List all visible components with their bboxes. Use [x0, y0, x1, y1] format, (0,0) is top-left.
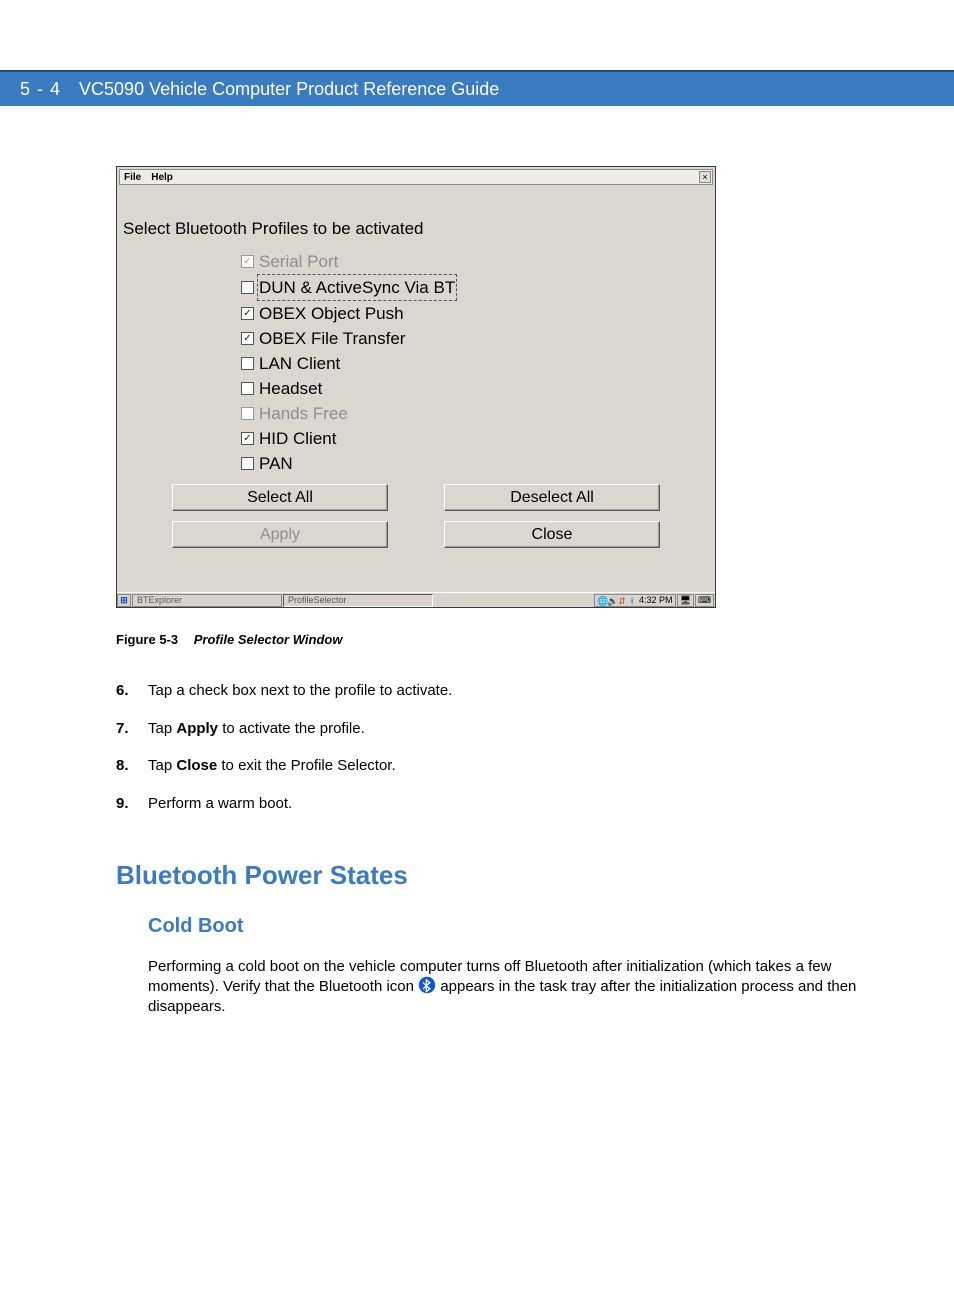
profile-obex-file[interactable]: ✓ OBEX File Transfer: [241, 326, 709, 351]
checkbox-icon[interactable]: [241, 281, 254, 294]
profile-label: OBEX Object Push: [259, 301, 404, 326]
apply-button[interactable]: Apply: [172, 521, 388, 548]
profile-hands-free[interactable]: Hands Free: [241, 401, 709, 426]
checkbox-icon[interactable]: [241, 407, 254, 420]
profile-label: Serial Port: [259, 249, 338, 274]
profile-hid-client[interactable]: ✓ HID Client: [241, 426, 709, 451]
tray-bluetooth-icon: ᚼ: [627, 596, 637, 606]
profile-selector-window: File Help × Select Bluetooth Profiles to…: [116, 166, 716, 608]
figure-caption-text: Profile Selector Window: [194, 632, 343, 647]
profile-label: DUN & ActiveSync Via BT: [257, 274, 457, 301]
profile-label: LAN Client: [259, 351, 340, 376]
step-7: 7. Tap Apply to activate the profile.: [116, 719, 866, 739]
section-heading-power-states: Bluetooth Power States: [116, 859, 866, 893]
start-icon[interactable]: ⊞: [117, 594, 131, 607]
step-text: Tap Apply to activate the profile.: [148, 719, 365, 739]
select-all-button[interactable]: Select All: [172, 484, 388, 511]
deselect-all-button[interactable]: Deselect All: [444, 484, 660, 511]
profile-dun-activesync[interactable]: DUN & ActiveSync Via BT: [241, 274, 709, 301]
profile-serial-port[interactable]: ✓ Serial Port: [241, 249, 709, 274]
page-header: 5 - 4 VC5090 Vehicle Computer Product Re…: [0, 70, 954, 106]
taskbar: ⊞ BTExplorer ProfileSelector 🌐 🔊 ⇵ ᚼ 4:3…: [117, 592, 715, 607]
checkbox-icon[interactable]: ✓: [241, 332, 254, 345]
tray-net-icon: ⇵: [617, 596, 627, 606]
menubar: File Help ×: [119, 169, 713, 185]
tray-clock: 4:32 PM: [639, 595, 673, 606]
page-title: VC5090 Vehicle Computer Product Referenc…: [79, 79, 499, 100]
step-text: Tap a check box next to the profile to a…: [148, 681, 452, 701]
close-bold: Close: [176, 757, 217, 774]
tray-sound-icon: 🔊: [607, 596, 617, 606]
profile-list: ✓ Serial Port DUN & ActiveSync Via BT ✓ …: [241, 249, 709, 476]
close-button[interactable]: Close: [444, 521, 660, 548]
profile-lan-client[interactable]: LAN Client: [241, 351, 709, 376]
profile-headset[interactable]: Headset: [241, 376, 709, 401]
section-heading-cold-boot: Cold Boot: [148, 913, 866, 939]
body-text: 6. Tap a check box next to the profile t…: [116, 681, 866, 1016]
tray-desktop-icon[interactable]: 🖥: [677, 594, 694, 607]
close-icon[interactable]: ×: [699, 171, 711, 183]
step-number: 9.: [116, 794, 148, 814]
profile-label: PAN: [259, 451, 293, 476]
profile-label: HID Client: [259, 426, 336, 451]
system-tray: 🌐 🔊 ⇵ ᚼ 4:32 PM 🖥 ⌨: [593, 594, 714, 607]
checkbox-icon[interactable]: ✓: [241, 255, 254, 268]
checkbox-icon[interactable]: [241, 382, 254, 395]
tray-keyboard-icon[interactable]: ⌨: [695, 594, 714, 607]
step-text: Tap Close to exit the Profile Selector.: [148, 756, 396, 776]
step-number: 8.: [116, 756, 148, 776]
step-text: Perform a warm boot.: [148, 794, 292, 814]
tray-icons[interactable]: 🌐 🔊 ⇵ ᚼ 4:32 PM: [594, 594, 676, 607]
taskbar-item-profileselector[interactable]: ProfileSelector: [283, 594, 433, 607]
profile-label: Headset: [259, 376, 322, 401]
checkbox-icon[interactable]: ✓: [241, 307, 254, 320]
step-6: 6. Tap a check box next to the profile t…: [116, 681, 866, 701]
taskbar-item-btexplorer[interactable]: BTExplorer: [132, 594, 282, 607]
paragraph: Performing a cold boot on the vehicle co…: [148, 957, 888, 1017]
page-number: 5 - 4: [20, 79, 61, 100]
apply-bold: Apply: [176, 720, 218, 737]
figure-label: Figure 5-3: [116, 632, 178, 647]
profile-obex-push[interactable]: ✓ OBEX Object Push: [241, 301, 709, 326]
profile-pan[interactable]: PAN: [241, 451, 709, 476]
bluetooth-icon: [418, 976, 436, 994]
menu-file[interactable]: File: [124, 172, 141, 183]
tray-world-icon: 🌐: [597, 596, 607, 606]
menu-help[interactable]: Help: [151, 172, 173, 183]
step-9: 9. Perform a warm boot.: [116, 794, 866, 814]
step-number: 6.: [116, 681, 148, 701]
step-number: 7.: [116, 719, 148, 739]
step-8: 8. Tap Close to exit the Profile Selecto…: [116, 756, 866, 776]
checkbox-icon[interactable]: [241, 357, 254, 370]
checkbox-icon[interactable]: ✓: [241, 432, 254, 445]
profile-label: OBEX File Transfer: [259, 326, 405, 351]
figure-caption: Figure 5-3 Profile Selector Window: [116, 632, 716, 647]
prompt-text: Select Bluetooth Profiles to be activate…: [123, 219, 709, 239]
checkbox-icon[interactable]: [241, 457, 254, 470]
profile-label: Hands Free: [259, 401, 348, 426]
